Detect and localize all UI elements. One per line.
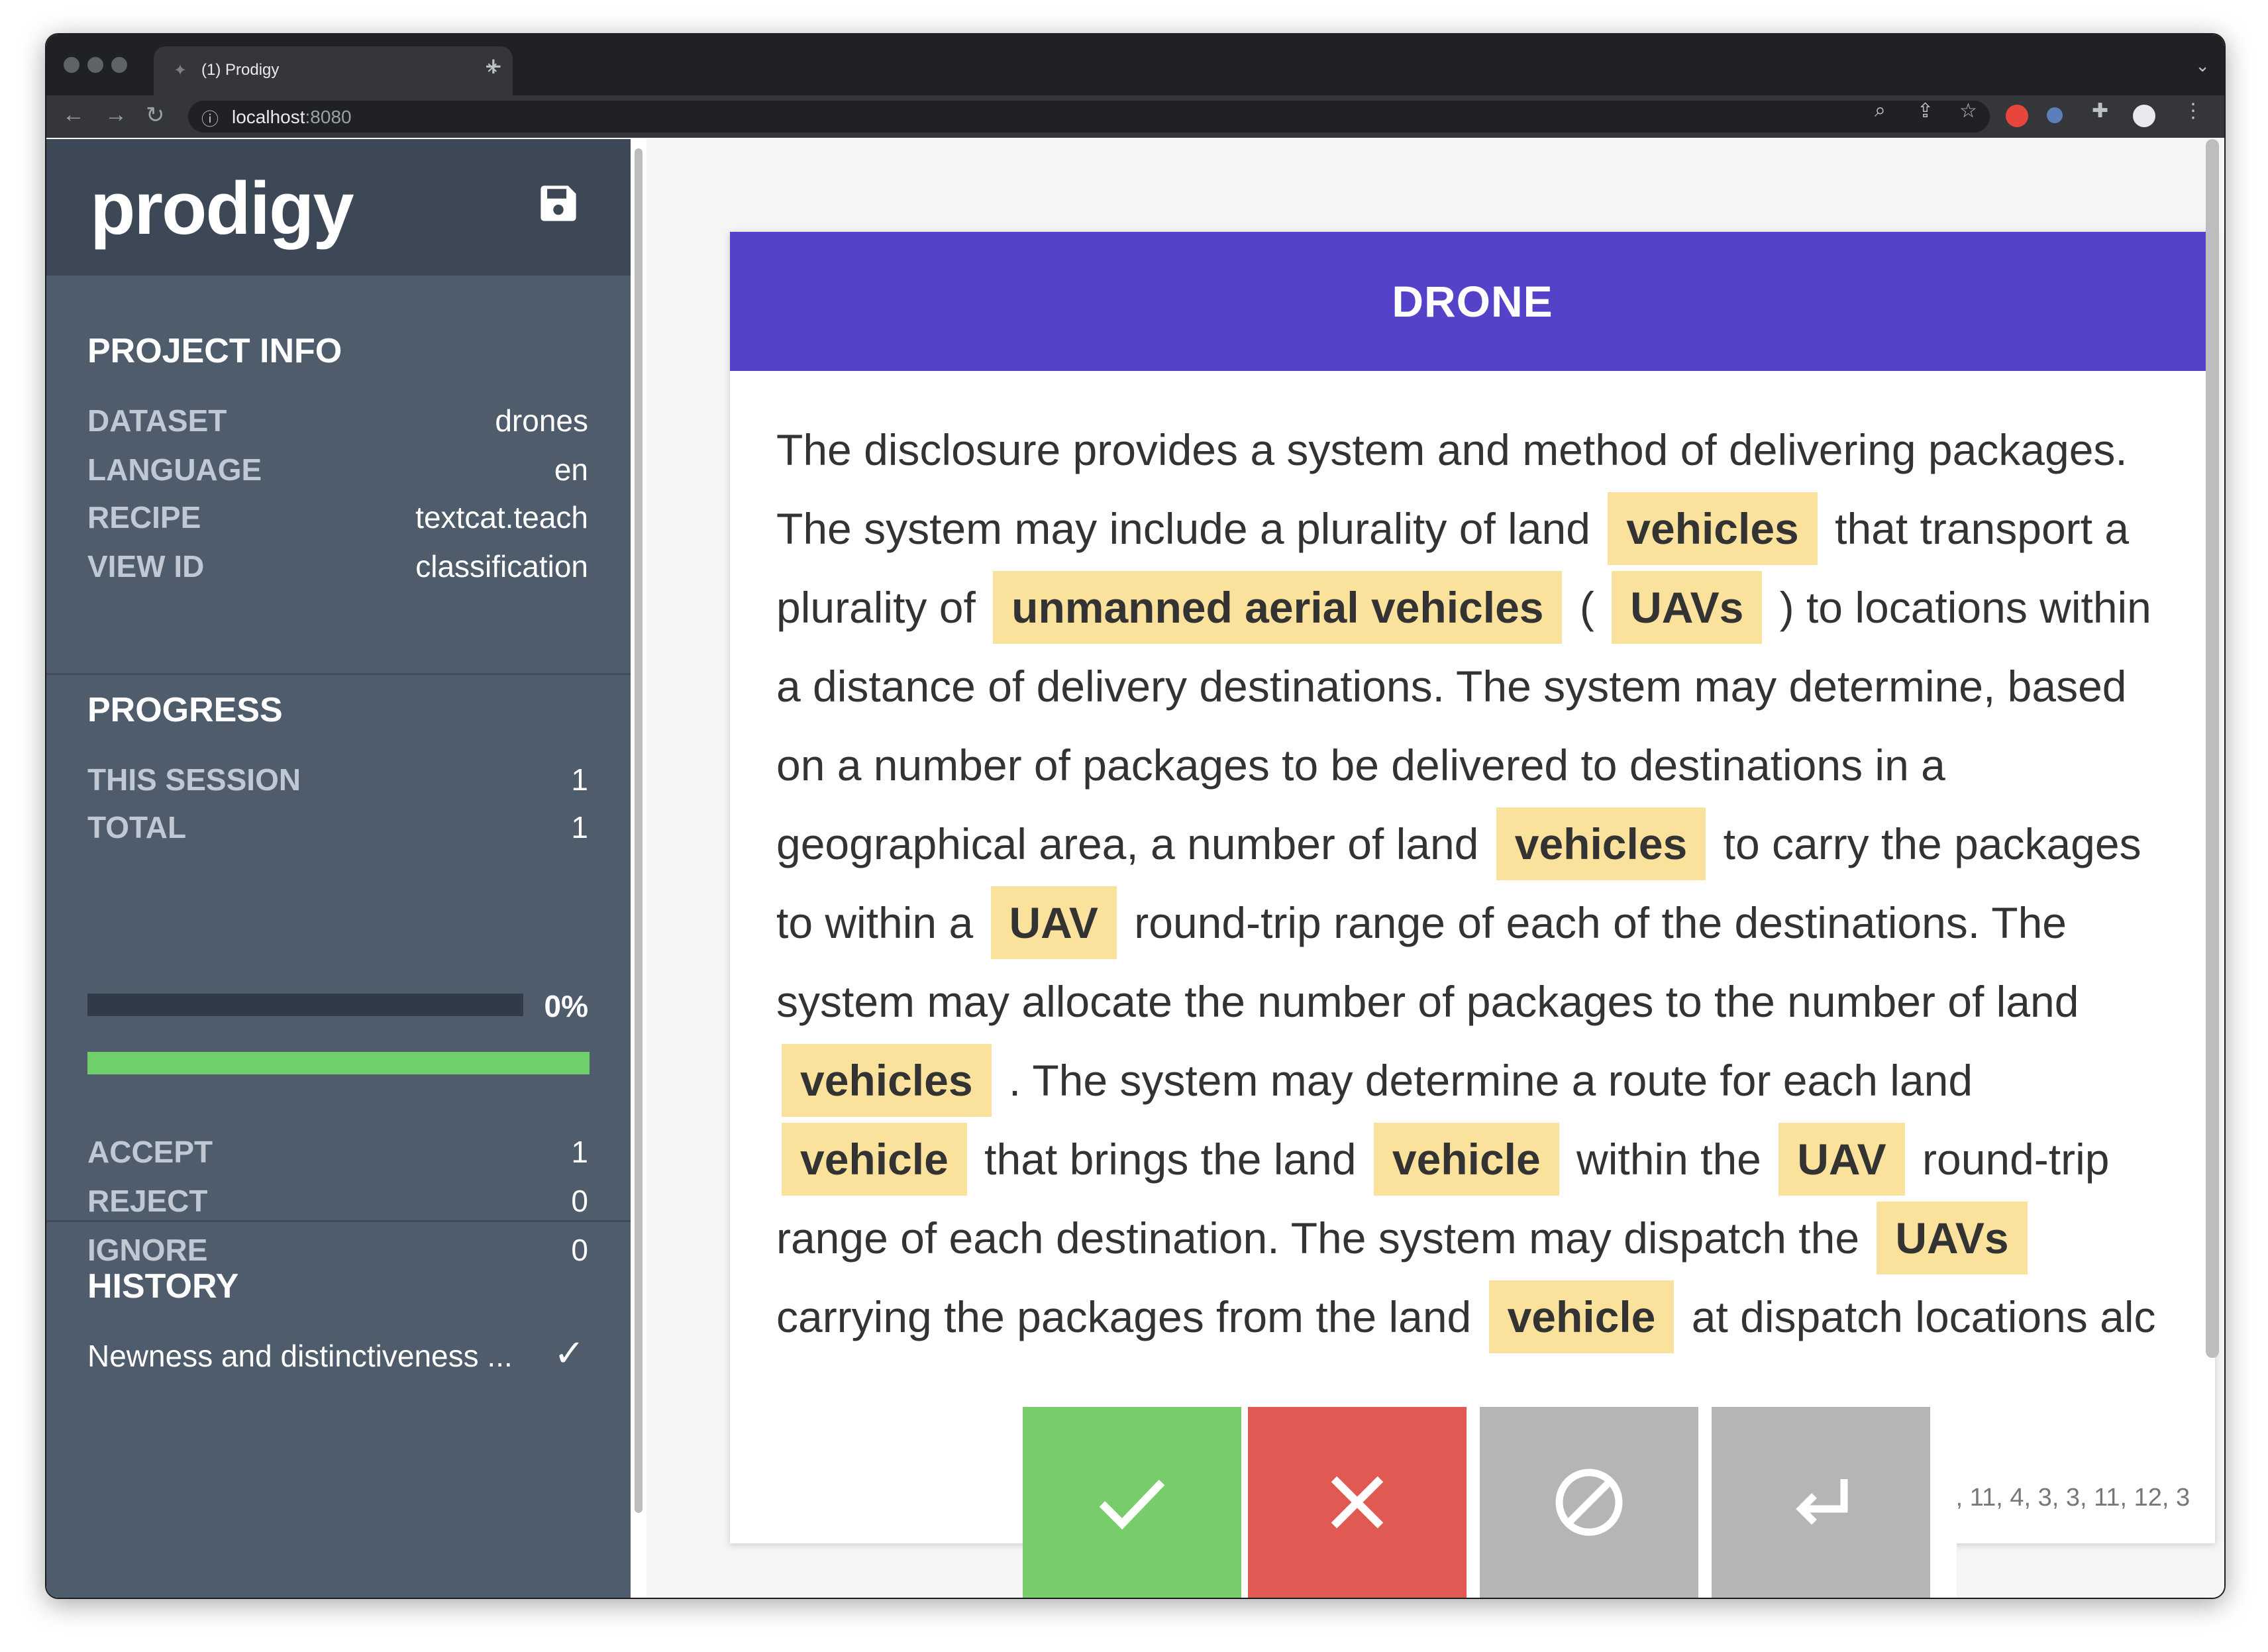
- highlighted-span: vehicle: [1373, 1123, 1559, 1196]
- url-text: localhost:8080: [232, 107, 352, 127]
- highlighted-span: unmanned aerial vehicles: [993, 571, 1563, 644]
- task-text: The disclosure provides a system and met…: [776, 411, 2174, 1357]
- tab-title: (1) Prodigy: [201, 61, 280, 79]
- browser-window: ✦ (1) Prodigy × + ⌄ ← → ↻ ⓘ localhost:80…: [45, 33, 2226, 1599]
- zoom-icon[interactable]: ⌕: [1875, 99, 1886, 122]
- task-meta: ·, 11, 4, 3, 3, 11, 12, 3: [1947, 1484, 2191, 1512]
- this-session-row: THIS SESSION 1: [87, 762, 588, 797]
- prodigy-favicon-icon: ✦: [174, 62, 187, 79]
- accept-button[interactable]: [1023, 1407, 1241, 1598]
- highlighted-span: UAVs: [1877, 1202, 2028, 1274]
- reject-row: REJECT 0: [87, 1184, 588, 1218]
- save-icon[interactable]: [539, 184, 578, 223]
- sidebar: prodigy PROJECT INFO DATASET drones LANG…: [46, 139, 631, 1598]
- progress-title: PROGRESS: [87, 691, 283, 729]
- browser-tab[interactable]: ✦ (1) Prodigy ×: [154, 46, 513, 95]
- language-row: LANGUAGE en: [87, 452, 588, 487]
- check-icon: [1099, 1479, 1165, 1530]
- progress-bar: [87, 994, 523, 1016]
- highlighted-span: UAV: [990, 886, 1117, 959]
- history-accept-check-icon: ✓: [554, 1332, 585, 1374]
- ignore-circle-slash-icon: [1555, 1469, 1623, 1536]
- new-tab-icon[interactable]: +: [485, 50, 502, 83]
- tab-search-chevron-icon[interactable]: ⌄: [2195, 56, 2210, 76]
- site-info-icon[interactable]: ⓘ: [201, 106, 219, 130]
- profile-avatar-icon[interactable]: [2133, 105, 2155, 127]
- highlighted-span: UAV: [1778, 1123, 1905, 1196]
- minimize-window-dot[interactable]: [87, 57, 103, 73]
- text-segment: (: [1567, 583, 1607, 632]
- highlighted-span: UAVs: [1612, 571, 1763, 644]
- reject-button[interactable]: [1248, 1407, 1467, 1598]
- address-bar[interactable]: ⓘ localhost:8080: [188, 101, 1990, 132]
- highlighted-span: vehicle: [782, 1123, 967, 1196]
- undo-button[interactable]: [1712, 1407, 1930, 1598]
- text-segment: at dispatch locations alc: [1679, 1292, 2156, 1341]
- ignore-row: IGNORE 0: [87, 1233, 588, 1267]
- text-segment: within the: [1564, 1135, 1774, 1184]
- bookmark-star-icon[interactable]: ☆: [1959, 99, 1977, 123]
- project-info-title: PROJECT INFO: [87, 332, 342, 370]
- annotation-card: DRONE The disclosure provides a system a…: [730, 232, 2215, 1543]
- ignore-button[interactable]: [1480, 1407, 1698, 1598]
- language-value: en: [554, 452, 588, 487]
- view-id-row: VIEW ID classification: [87, 549, 588, 584]
- sidebar-header: prodigy: [46, 139, 631, 276]
- dataset-value: drones: [495, 403, 588, 438]
- share-icon[interactable]: ⇪: [1917, 99, 1933, 123]
- category-label: DRONE: [730, 232, 2215, 371]
- sidebar-divider: [46, 673, 631, 675]
- tab-bar: ✦ (1) Prodigy × + ⌄: [46, 34, 2224, 95]
- text-segment: that brings the land: [972, 1135, 1368, 1184]
- back-arrow-icon[interactable]: ←: [62, 102, 85, 128]
- reload-icon[interactable]: ↻: [146, 102, 165, 129]
- prodigy-logo: prodigy: [90, 167, 354, 250]
- history-title: HISTORY: [87, 1267, 239, 1306]
- main-scrollbar[interactable]: [2206, 139, 2219, 1358]
- recipe-value: textcat.teach: [415, 500, 588, 535]
- text-segment: carrying the packages from the land: [776, 1292, 1484, 1341]
- browser-menu-icon[interactable]: ⋮: [2183, 99, 2203, 123]
- session-bar: [87, 1052, 590, 1074]
- browser-toolbar: ← → ↻ ⓘ localhost:8080 ⌕ ⇪ ☆ ✚ ⋮: [46, 95, 2224, 138]
- close-window-dot[interactable]: [64, 57, 79, 73]
- main-panel: DRONE The disclosure provides a system a…: [646, 139, 2224, 1598]
- highlighted-span: vehicles: [1608, 492, 1818, 565]
- undo-return-icon: [1796, 1479, 1848, 1525]
- highlighted-span: vehicles: [1496, 807, 1706, 880]
- highlighted-span: vehicle: [1488, 1280, 1675, 1353]
- text-segment: . The system may determine a route for e…: [996, 1056, 1973, 1105]
- cross-icon: [1331, 1476, 1384, 1529]
- highlighted-span: vehicles: [782, 1044, 992, 1117]
- extensions-puzzle-icon[interactable]: ✚: [2092, 99, 2108, 123]
- accept-row: ACCEPT 1: [87, 1135, 588, 1169]
- maximize-window-dot[interactable]: [111, 57, 127, 73]
- forward-arrow-icon[interactable]: →: [105, 102, 127, 128]
- extension-red-icon[interactable]: [2006, 105, 2028, 127]
- sidebar-scrollbar-thumb[interactable]: [635, 148, 643, 1513]
- extension-blue-icon[interactable]: [2047, 107, 2063, 123]
- sidebar-scrollbar[interactable]: [631, 139, 646, 1598]
- dataset-row: DATASET drones: [87, 403, 588, 438]
- history-item[interactable]: Newness and distinctiveness ...: [87, 1338, 513, 1374]
- progress-percent: 0%: [544, 989, 588, 1023]
- action-buttons: [1023, 1407, 1957, 1598]
- view-id-value: classification: [415, 549, 588, 584]
- total-row: TOTAL 1: [87, 810, 588, 845]
- recipe-row: RECIPE textcat.teach: [87, 500, 588, 535]
